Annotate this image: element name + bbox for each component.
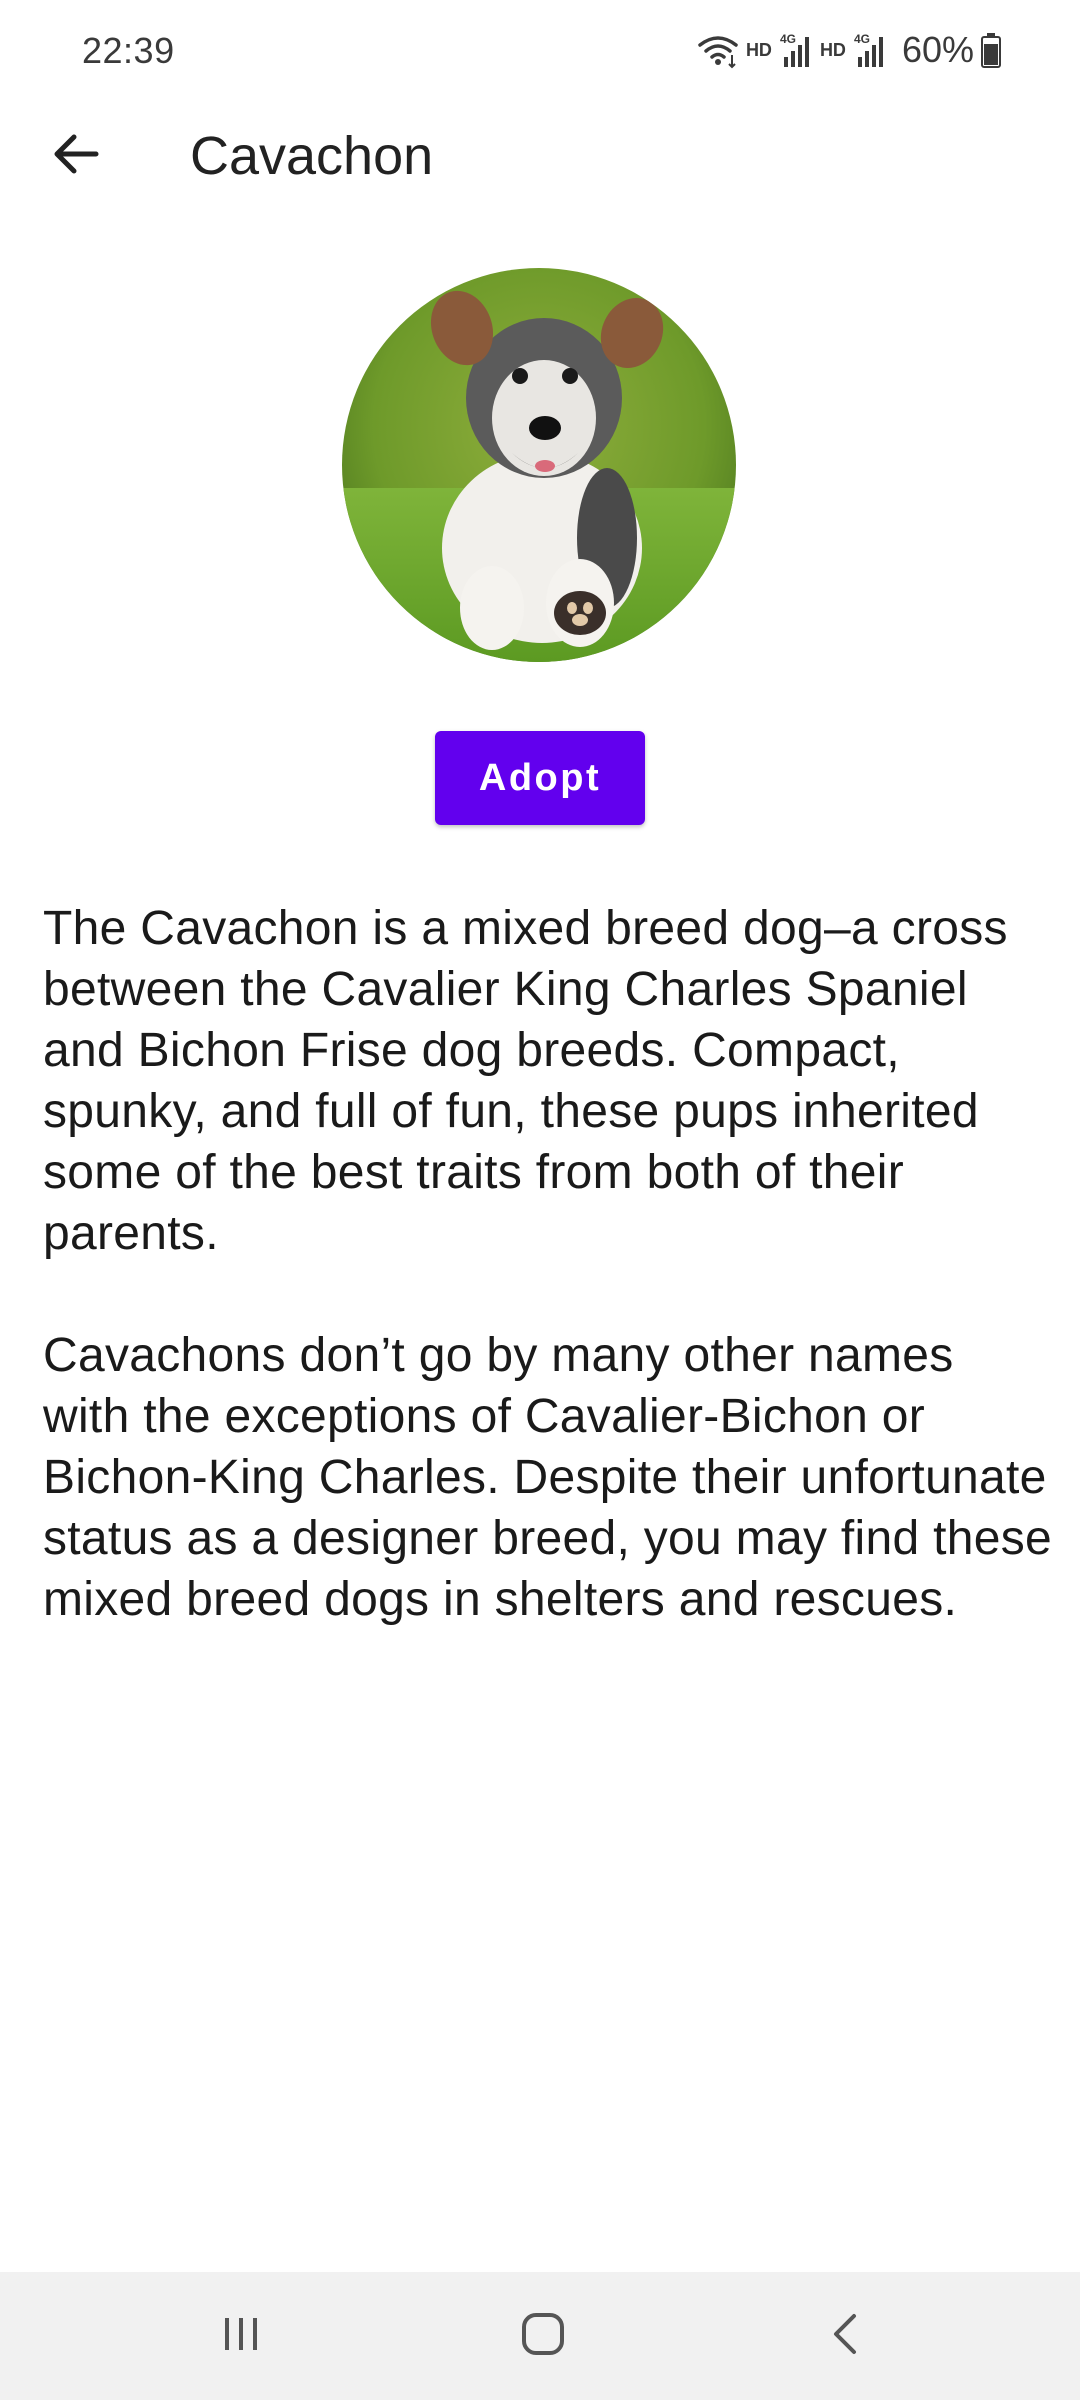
svg-text:4G: 4G bbox=[854, 32, 870, 46]
status-bar: 22:39 HD 4G HD 4G 60% bbox=[0, 0, 1080, 100]
battery-icon bbox=[980, 32, 1002, 68]
nav-back-button[interactable] bbox=[805, 2302, 885, 2370]
status-icons: HD 4G HD 4G 60% bbox=[696, 28, 1002, 72]
page-title: Cavachon bbox=[190, 126, 434, 186]
battery-percent: 60% bbox=[901, 29, 974, 70]
home-button[interactable] bbox=[503, 2302, 583, 2370]
home-icon bbox=[520, 2311, 566, 2362]
adopt-button[interactable]: Adopt bbox=[435, 731, 645, 825]
recents-button[interactable] bbox=[201, 2302, 281, 2370]
arrow-left-icon bbox=[52, 132, 100, 181]
breed-description: The Cavachon is a mixed breed dog–a cros… bbox=[43, 898, 1053, 1630]
status-time: 22:39 bbox=[82, 30, 175, 71]
system-nav-bar bbox=[0, 2272, 1080, 2400]
network-type-label: HD bbox=[819, 39, 846, 60]
network-type-label: HD bbox=[745, 39, 772, 60]
svg-text:4G: 4G bbox=[780, 32, 796, 46]
signal-icon: 4G bbox=[780, 31, 814, 69]
recents-icon bbox=[219, 2312, 263, 2361]
wifi-icon bbox=[696, 31, 740, 69]
chevron-left-icon bbox=[830, 2312, 860, 2361]
signal-icon: 4G bbox=[854, 31, 888, 69]
app-bar: Cavachon bbox=[0, 100, 1080, 212]
description-paragraph: Cavachons don’t go by many other names w… bbox=[43, 1329, 1053, 1626]
description-paragraph: The Cavachon is a mixed breed dog–a cros… bbox=[43, 902, 1008, 1260]
dog-photo bbox=[342, 268, 736, 662]
back-button[interactable] bbox=[40, 120, 112, 192]
